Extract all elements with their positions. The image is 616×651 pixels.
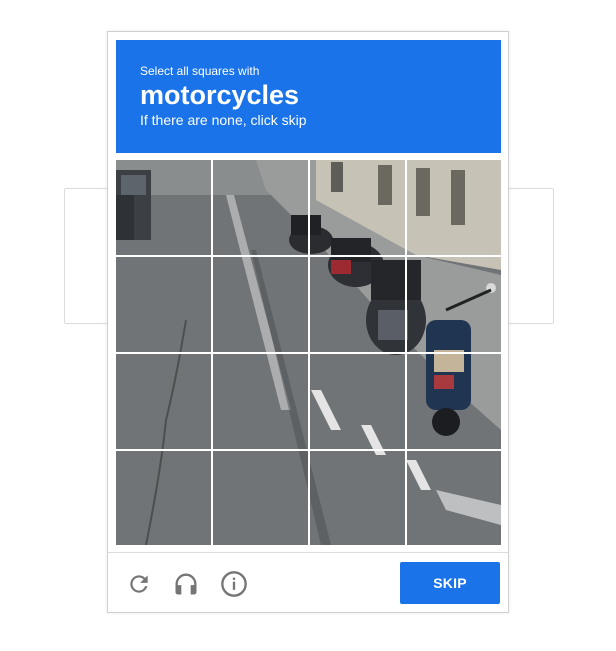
- image-tile[interactable]: [213, 160, 308, 255]
- image-tile[interactable]: [310, 451, 405, 545]
- headphones-icon: [175, 573, 197, 595]
- image-tile[interactable]: [116, 160, 211, 255]
- info-icon: [221, 571, 247, 597]
- reload-button[interactable]: [123, 568, 155, 600]
- image-grid: [116, 160, 501, 545]
- captcha-challenge: Select all squares with motorcycles If t…: [107, 31, 509, 613]
- instruction-prefix: Select all squares with: [140, 64, 260, 78]
- instruction-suffix: If there are none, click skip: [140, 112, 307, 128]
- image-tile[interactable]: [407, 451, 501, 545]
- image-tile[interactable]: [407, 160, 501, 255]
- image-tile[interactable]: [407, 257, 501, 352]
- instruction-header: Select all squares with motorcycles If t…: [116, 40, 501, 153]
- skip-button[interactable]: SKIP: [400, 562, 500, 604]
- image-tile[interactable]: [116, 257, 211, 352]
- image-tile[interactable]: [116, 354, 211, 449]
- image-tile[interactable]: [310, 160, 405, 255]
- info-button[interactable]: [218, 568, 250, 600]
- image-tile[interactable]: [310, 354, 405, 449]
- image-tile[interactable]: [310, 257, 405, 352]
- target-object: motorcycles: [140, 80, 300, 110]
- image-tile[interactable]: [213, 354, 308, 449]
- image-tile[interactable]: [407, 354, 501, 449]
- image-tile[interactable]: [213, 257, 308, 352]
- footer-divider: [108, 552, 508, 553]
- reload-icon: [130, 575, 148, 593]
- audio-challenge-button[interactable]: [170, 568, 202, 600]
- image-tile[interactable]: [116, 451, 211, 545]
- image-tile[interactable]: [213, 451, 308, 545]
